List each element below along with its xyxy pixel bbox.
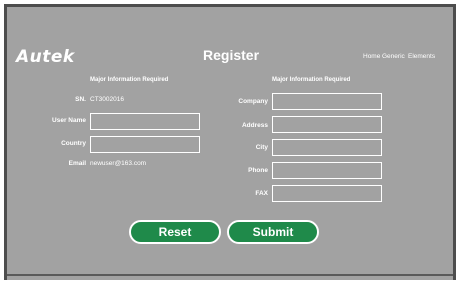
bottom-divider [7,274,453,276]
fax-label: FAX [255,190,268,197]
email-value: newuser@163.com [90,160,147,167]
page-title: Register [203,47,260,63]
left-section-title: Major Information Required [90,77,169,83]
reset-button[interactable]: Reset [129,220,221,244]
username-input[interactable] [90,113,200,130]
sn-value: CT3002016 [90,96,124,103]
submit-button[interactable]: Submit [227,220,319,244]
nav-link-home[interactable]: Home [363,53,380,60]
country-input[interactable] [90,136,200,153]
address-label: Address [241,122,268,129]
nav-link-elements[interactable]: Elements [408,53,435,60]
company-input[interactable] [272,93,382,110]
country-label: Country [61,140,86,147]
email-label: Email [68,160,86,167]
fax-input[interactable] [272,185,382,202]
nav-link-generic[interactable]: Generic [382,53,405,60]
username-label: User Name [52,117,86,124]
city-label: City [255,144,268,151]
sn-label: SN. [75,96,86,103]
right-section-title: Major Information Required [272,77,351,83]
company-label: Company [238,98,268,105]
address-input[interactable] [272,116,382,133]
phone-label: Phone [248,167,268,174]
phone-input[interactable] [272,162,382,179]
brand-logo[interactable]: Autek [16,47,75,67]
city-input[interactable] [272,139,382,156]
